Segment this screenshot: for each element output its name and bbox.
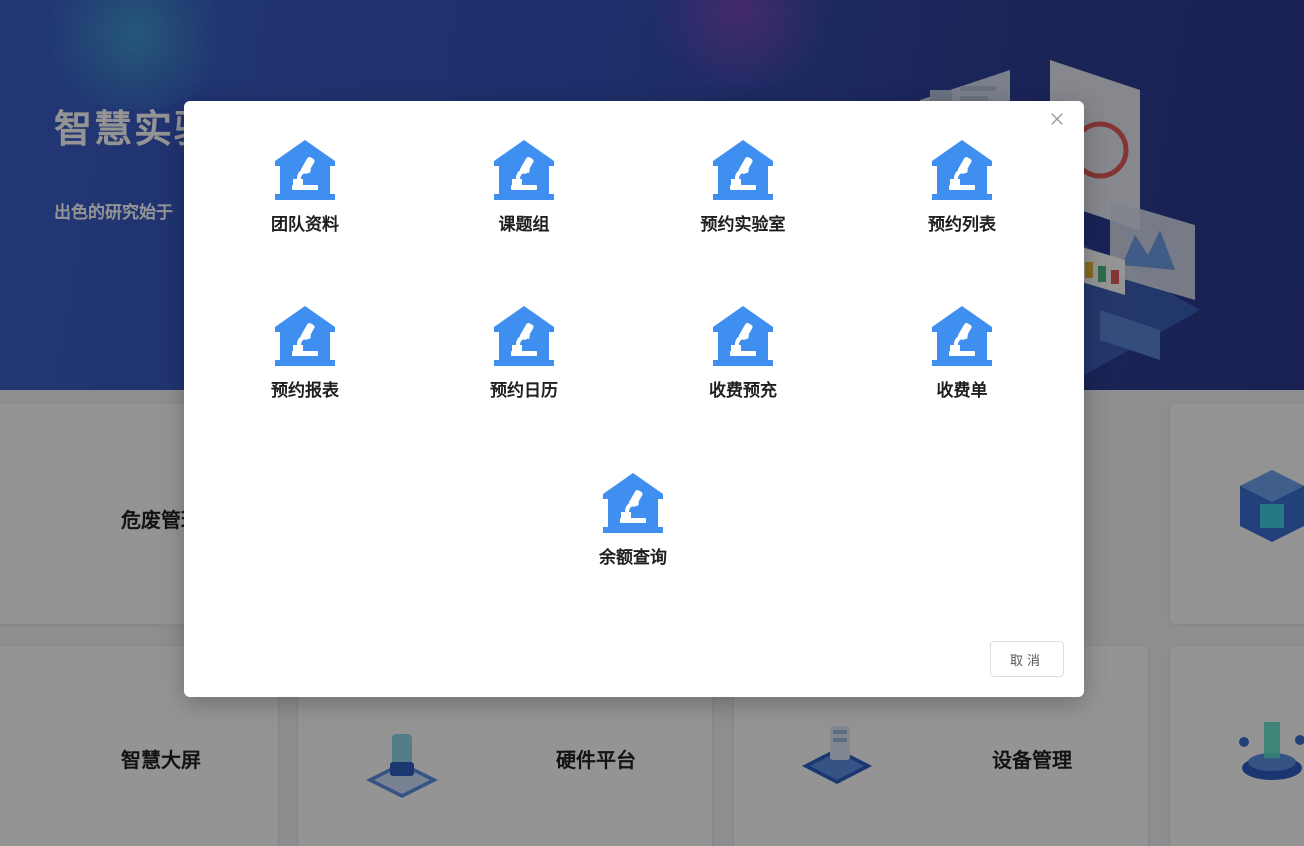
tile-balance-query[interactable]: 余额查询 xyxy=(568,472,698,582)
page: 智慧实验 出色的研究始于 危废管理 智慧大屏 硬件平台 设备管理 团队资料 课题… xyxy=(0,0,1304,846)
lab-microscope-icon xyxy=(713,140,773,200)
tile-bill[interactable]: 收费单 xyxy=(897,305,1027,415)
lab-microscope-icon xyxy=(494,140,554,200)
lab-microscope-icon xyxy=(713,306,773,366)
tile-label: 预约实验室 xyxy=(700,215,786,235)
cancel-button[interactable]: 取消 xyxy=(990,641,1064,677)
module-select-dialog: 团队资料 课题组 预约实验室 预约列表 预约报表 预约日历 收费预充 收费单 余… xyxy=(184,101,1084,697)
lab-microscope-icon xyxy=(494,306,554,366)
tile-fee-recharge[interactable]: 收费预充 xyxy=(678,305,808,415)
tile-label: 预约报表 xyxy=(271,381,339,401)
tile-reservation-report[interactable]: 预约报表 xyxy=(240,305,370,415)
tile-reservation-calendar[interactable]: 预约日历 xyxy=(459,305,589,415)
tile-research-group[interactable]: 课题组 xyxy=(459,139,589,249)
lab-microscope-icon xyxy=(932,140,992,200)
close-icon[interactable] xyxy=(1048,110,1066,128)
tile-label: 收费预充 xyxy=(709,381,777,401)
tile-label: 预约列表 xyxy=(928,215,996,235)
tile-label: 预约日历 xyxy=(490,381,558,401)
tile-team-profile[interactable]: 团队资料 xyxy=(240,139,370,249)
tile-label: 余额查询 xyxy=(599,548,667,568)
lab-microscope-icon xyxy=(275,140,335,200)
tile-label: 团队资料 xyxy=(271,215,339,235)
tile-reservation-list[interactable]: 预约列表 xyxy=(897,139,1027,249)
lab-microscope-icon xyxy=(932,306,992,366)
tile-reserve-lab[interactable]: 预约实验室 xyxy=(678,139,808,249)
tile-label: 课题组 xyxy=(498,215,550,235)
lab-microscope-icon xyxy=(275,306,335,366)
tile-label: 收费单 xyxy=(936,381,988,401)
lab-microscope-icon xyxy=(603,473,663,533)
